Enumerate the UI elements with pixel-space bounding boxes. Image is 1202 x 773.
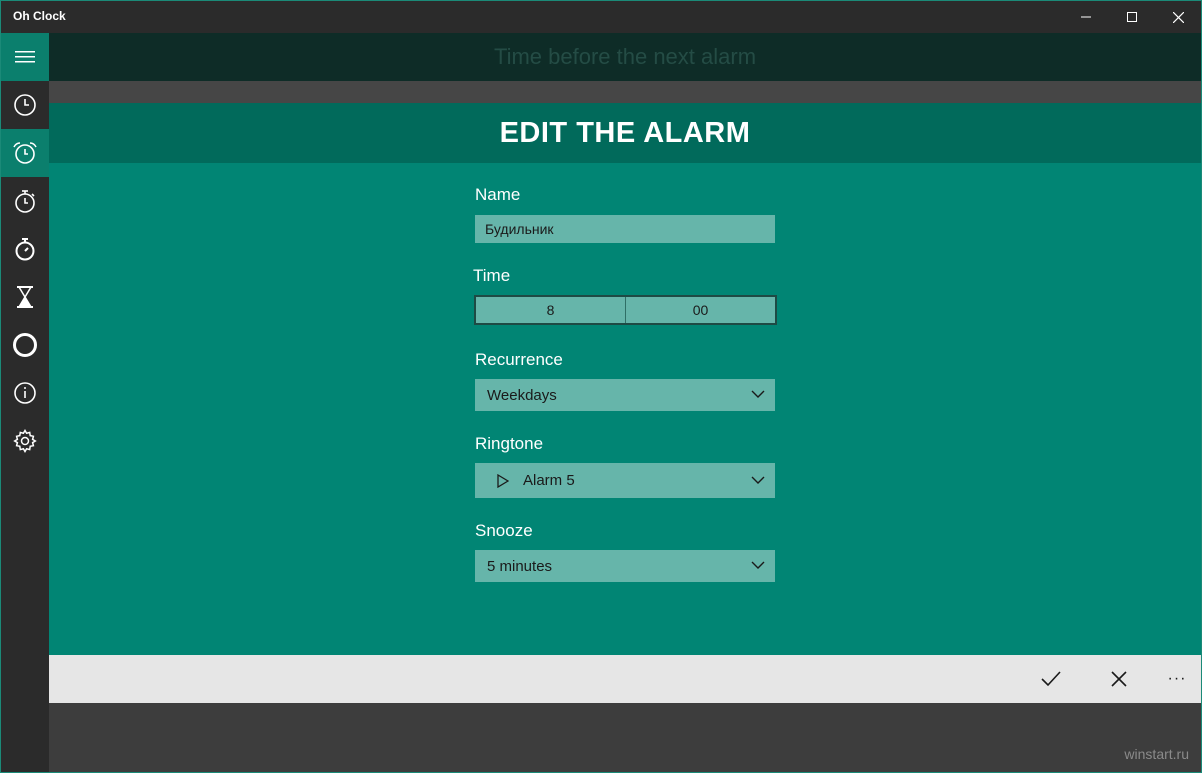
edit-alarm-title: EDIT THE ALARM [499, 116, 751, 149]
close-window-icon [1172, 11, 1184, 23]
ringtone-value: Alarm 5 [523, 472, 575, 489]
bottom-area: winstart.ru [49, 703, 1201, 772]
ringtone-dropdown[interactable]: Alarm 5 [475, 463, 775, 498]
chevron-down-icon [751, 476, 765, 484]
sidebar-item-theme[interactable] [1, 321, 49, 369]
app-window: Oh Clock Time before the next alarm EDIT… [0, 0, 1202, 773]
name-input-value: Будильник [485, 221, 554, 237]
sidebar-item-stopwatch[interactable] [1, 225, 49, 273]
alarm-clock-icon [13, 142, 37, 164]
close-icon [1111, 671, 1127, 687]
snooze-dropdown[interactable]: 5 minutes [475, 550, 775, 582]
sidebar [1, 33, 49, 772]
watermark: winstart.ru [1124, 746, 1189, 762]
more-button[interactable]: ··· [1153, 655, 1201, 703]
close-window-button[interactable] [1155, 1, 1201, 33]
recurrence-label: Recurrence [475, 350, 563, 369]
settings-gear-icon [13, 429, 37, 453]
timer-icon [15, 190, 35, 213]
next-alarm-text: Time before the next alarm [493, 44, 757, 69]
chevron-down-icon [751, 390, 765, 398]
edit-alarm-header: EDIT THE ALARM [49, 103, 1201, 163]
hamburger-menu-button[interactable] [1, 33, 49, 81]
time-hour[interactable]: 8 [476, 297, 625, 323]
name-input[interactable]: Будильник [475, 215, 775, 243]
title-bar: Oh Clock [1, 1, 1201, 33]
app-title: Oh Clock [13, 9, 66, 23]
save-button[interactable] [1027, 655, 1075, 703]
ringtone-label: Ringtone [475, 434, 544, 453]
sidebar-item-clock[interactable] [1, 81, 49, 129]
recurrence-dropdown[interactable]: Weekdays [475, 379, 775, 411]
theme-circle-icon [13, 333, 37, 357]
next-alarm-bar: Time before the next alarm [49, 33, 1201, 81]
edit-alarm-form-area: Name Будильник Time 8 00 Recurrence Week… [49, 163, 1201, 655]
minimize-button[interactable] [1063, 1, 1109, 33]
separator-bar [49, 81, 1201, 103]
name-label: Name [475, 185, 521, 204]
sidebar-item-settings[interactable] [1, 417, 49, 465]
hourglass-icon [17, 286, 33, 308]
sidebar-item-timer[interactable] [1, 177, 49, 225]
maximize-icon [1127, 12, 1137, 22]
time-picker[interactable]: 8 00 [474, 295, 777, 325]
sidebar-item-hourglass[interactable] [1, 273, 49, 321]
sidebar-item-info[interactable] [1, 369, 49, 417]
clock-icon [14, 94, 36, 116]
checkmark-icon [1041, 671, 1061, 687]
snooze-label: Snooze [475, 521, 533, 540]
time-minute[interactable]: 00 [625, 297, 775, 323]
play-icon [497, 473, 509, 488]
sidebar-item-alarms[interactable] [1, 129, 49, 177]
hamburger-menu-icon [15, 51, 35, 63]
info-icon [14, 382, 36, 404]
time-label: Time [473, 266, 511, 285]
cancel-button[interactable] [1095, 655, 1143, 703]
snooze-value: 5 minutes [487, 557, 553, 575]
minimize-icon [1081, 16, 1091, 18]
maximize-button[interactable] [1109, 1, 1155, 33]
recurrence-value: Weekdays [487, 386, 557, 404]
chevron-down-icon [751, 561, 765, 569]
command-bar: ··· [49, 655, 1201, 703]
stopwatch-icon [15, 238, 35, 261]
